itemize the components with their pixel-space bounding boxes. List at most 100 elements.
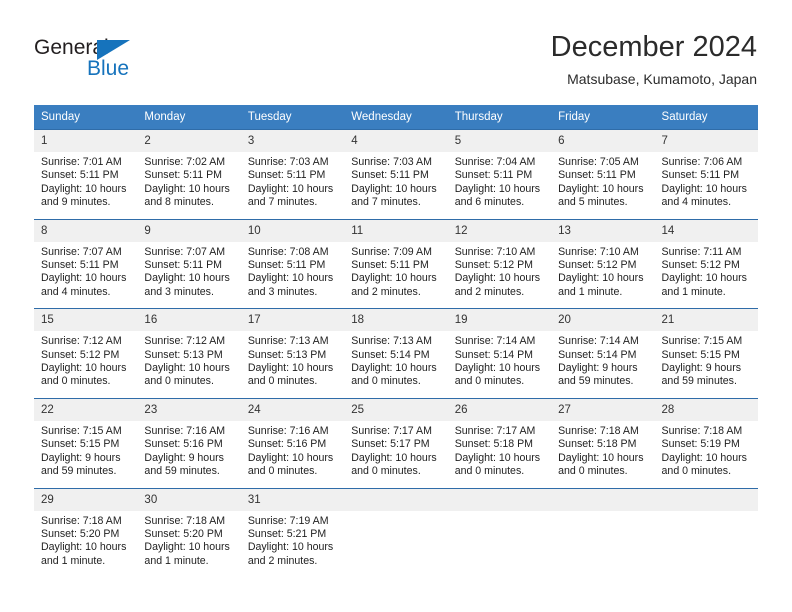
sunrise-text: Sunrise: 7:12 AM [144,335,226,348]
calendar-day-cell[interactable]: 11 Sunrise: 7:09 AM Sunset: 5:11 PM Dayligh… [344,218,448,309]
day-number: 17 [240,309,345,332]
sunrise-text: Sunrise: 7:12 AM [41,335,122,348]
daylight-text: Daylight: 10 hours and 1 minute. [144,541,230,567]
daylight-text: Daylight: 10 hours and 2 minutes. [247,541,334,567]
calendar-day-cell-empty [654,487,758,578]
weekday-header-row: Sunday Monday Tuesday Wednesday Thursday… [34,105,758,130]
day-number: 10 [240,219,345,242]
day-details: Sunrise: 7:15 AM Sunset: 5:15 PM Daylight:… [655,331,758,398]
calendar-day-cell[interactable]: 7 Sunrise: 7:06 AM Sunset: 5:11 PM Daylight… [654,129,758,220]
sunset-text: Sunset: 5:19 PM [661,438,740,451]
calendar-day-cell[interactable]: 13 Sunrise: 7:10 AM Sunset: 5:12 PM Dayligh… [551,218,655,309]
sunrise-text: Sunrise: 7:03 AM [247,156,329,168]
sunset-text: Sunset: 5:13 PM [247,348,327,361]
day-details: Sunrise: 7:14 AM Sunset: 5:14 PM Daylight:… [448,331,551,398]
weekday-header-saturday: Saturday [654,105,758,130]
sunset-text: Sunset: 5:11 PM [661,169,740,182]
calendar-day-cell[interactable]: 1 Sunrise: 7:01 AM Sunset: 5:11 PM Daylight… [34,129,138,220]
daylight-text: Daylight: 10 hours and 5 minutes. [558,182,644,209]
calendar-day-cell[interactable]: 28 Sunrise: 7:18 AM Sunset: 5:19 PM Dayligh… [654,397,758,488]
sunrise-text: Sunrise: 7:18 AM [661,424,743,437]
day-details [344,511,447,567]
day-number: 30 [137,488,241,511]
calendar-day-cell[interactable]: 25 Sunrise: 7:17 AM Sunset: 5:17 PM Dayligh… [344,397,448,488]
daylight-text: Daylight: 10 hours and 3 minutes. [247,272,334,298]
day-details [655,511,758,567]
day-number: 18 [344,309,448,332]
calendar-day-cell[interactable]: 23 Sunrise: 7:16 AM Sunset: 5:16 PM Dayligh… [137,397,241,488]
calendar-day-cell[interactable]: 26 Sunrise: 7:17 AM Sunset: 5:18 PM Dayligh… [447,397,552,488]
calendar-day-cell[interactable]: 15 Sunrise: 7:12 AM Sunset: 5:12 PM Dayligh… [34,308,138,399]
day-number: 25 [344,398,448,421]
calendar-day-cell[interactable]: 4 Sunrise: 7:03 AM Sunset: 5:11 PM Daylight… [344,129,448,220]
sunrise-text: Sunrise: 7:13 AM [351,335,432,348]
day-number [654,488,758,511]
daylight-text: Daylight: 9 hours and 59 minutes. [558,362,638,388]
calendar-day-cell[interactable]: 3 Sunrise: 7:03 AM Sunset: 5:11 PM Daylight… [240,129,345,220]
day-number: 21 [654,309,758,332]
calendar-day-cell[interactable]: 29 Sunrise: 7:18 AM Sunset: 5:20 PM Dayligh… [34,487,138,578]
sunrise-sunset-calendar: Sunday Monday Tuesday Wednesday Thursday… [34,105,758,578]
calendar-day-cell[interactable]: 22 Sunrise: 7:15 AM Sunset: 5:15 PM Dayligh… [34,397,138,488]
calendar-day-cell[interactable]: 18 Sunrise: 7:13 AM Sunset: 5:14 PM Dayligh… [344,308,448,399]
daylight-text: Daylight: 10 hours and 1 minute. [41,541,127,567]
calendar-week-row: 8 Sunrise: 7:07 AM Sunset: 5:11 PM Daylight… [34,218,758,309]
sunset-text: Sunset: 5:11 PM [144,259,222,272]
sunset-text: Sunset: 5:14 PM [454,348,534,361]
title-block: December 2024 Matsubase, Kumamoto, Japan [551,30,757,88]
day-details: Sunrise: 7:17 AM Sunset: 5:18 PM Daylight:… [448,421,551,488]
calendar-day-cell[interactable]: 17 Sunrise: 7:13 AM Sunset: 5:13 PM Dayligh… [240,308,345,399]
day-details: Sunrise: 7:01 AM Sunset: 5:11 PM Daylight:… [34,152,137,219]
calendar-day-cell[interactable]: 21 Sunrise: 7:15 AM Sunset: 5:15 PM Dayligh… [654,308,758,399]
day-number: 27 [551,398,655,421]
calendar-day-cell[interactable]: 27 Sunrise: 7:18 AM Sunset: 5:18 PM Dayligh… [551,397,655,488]
day-number: 13 [551,219,655,242]
sunrise-text: Sunrise: 7:03 AM [351,156,432,168]
brand-logo[interactable]: General Blue [34,36,214,88]
sunset-text: Sunset: 5:11 PM [351,259,429,272]
day-number: 12 [447,219,552,242]
sunrise-text: Sunrise: 7:15 AM [41,424,122,437]
day-number: 15 [34,309,138,332]
daylight-text: Daylight: 10 hours and 7 minutes. [351,182,437,209]
calendar-day-cell[interactable]: 8 Sunrise: 7:07 AM Sunset: 5:11 PM Daylight… [34,218,138,309]
day-details: Sunrise: 7:16 AM Sunset: 5:16 PM Daylight:… [137,421,240,488]
calendar-day-cell[interactable]: 10 Sunrise: 7:08 AM Sunset: 5:11 PM Dayligh… [240,218,345,309]
sunset-text: Sunset: 5:15 PM [661,348,740,361]
day-number: 24 [240,398,345,421]
daylight-text: Daylight: 10 hours and 4 minutes. [41,272,127,298]
weekday-header-sunday: Sunday [34,105,138,130]
day-details: Sunrise: 7:10 AM Sunset: 5:12 PM Daylight:… [551,242,654,309]
calendar-day-cell[interactable]: 24 Sunrise: 7:16 AM Sunset: 5:16 PM Dayligh… [240,397,345,488]
calendar-day-cell[interactable]: 2 Sunrise: 7:02 AM Sunset: 5:11 PM Daylight… [137,129,241,220]
calendar-day-cell[interactable]: 5 Sunrise: 7:04 AM Sunset: 5:11 PM Daylight… [447,129,552,220]
weekday-header-thursday: Thursday [447,105,552,130]
sunrise-text: Sunrise: 7:04 AM [454,156,536,168]
sunset-text: Sunset: 5:17 PM [351,438,430,451]
daylight-text: Daylight: 10 hours and 2 minutes. [351,272,437,298]
calendar-day-cell[interactable]: 20 Sunrise: 7:14 AM Sunset: 5:14 PM Dayligh… [551,308,655,399]
calendar-day-cell[interactable]: 12 Sunrise: 7:10 AM Sunset: 5:12 PM Dayligh… [447,218,552,309]
calendar-day-cell[interactable]: 9 Sunrise: 7:07 AM Sunset: 5:11 PM Daylight… [137,218,241,309]
day-number: 23 [137,398,241,421]
daylight-text: Daylight: 10 hours and 0 minutes. [41,362,127,388]
calendar-day-cell[interactable]: 14 Sunrise: 7:11 AM Sunset: 5:12 PM Dayligh… [654,218,758,309]
calendar-day-cell[interactable]: 31 Sunrise: 7:19 AM Sunset: 5:21 PM Dayligh… [240,487,345,578]
daylight-text: Daylight: 10 hours and 2 minutes. [454,272,541,298]
calendar-day-cell[interactable]: 19 Sunrise: 7:14 AM Sunset: 5:14 PM Dayligh… [447,308,552,399]
sunrise-text: Sunrise: 7:18 AM [558,424,639,437]
calendar-day-cell[interactable]: 30 Sunrise: 7:18 AM Sunset: 5:20 PM Dayligh… [137,487,241,578]
sunrise-text: Sunrise: 7:14 AM [454,335,536,348]
calendar-week-row: 1 Sunrise: 7:01 AM Sunset: 5:11 PM Daylight… [34,129,758,220]
sunrise-text: Sunrise: 7:09 AM [351,245,432,258]
sunrise-text: Sunrise: 7:18 AM [41,514,122,527]
sunset-text: Sunset: 5:18 PM [454,438,534,451]
sunset-text: Sunset: 5:20 PM [144,527,223,540]
location-subtitle: Matsubase, Kumamoto, Japan [567,71,757,87]
calendar-day-cell[interactable]: 16 Sunrise: 7:12 AM Sunset: 5:13 PM Dayligh… [137,308,241,399]
sunset-text: Sunset: 5:11 PM [247,169,326,182]
sunset-text: Sunset: 5:20 PM [41,527,120,540]
calendar-day-cell[interactable]: 6 Sunrise: 7:05 AM Sunset: 5:11 PM Daylight… [551,129,655,220]
day-details: Sunrise: 7:11 AM Sunset: 5:12 PM Daylight:… [655,242,758,309]
daylight-text: Daylight: 10 hours and 7 minutes. [247,182,334,209]
